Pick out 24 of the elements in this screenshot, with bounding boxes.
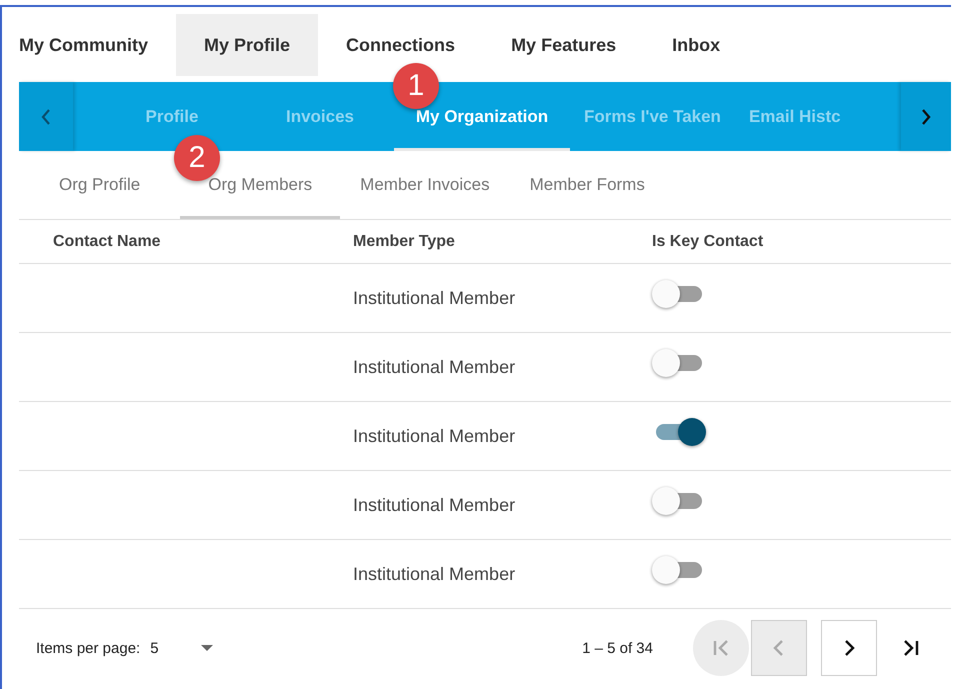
- column-header: Member Type: [352, 232, 456, 252]
- last-page-icon: [901, 638, 921, 658]
- dropdown-arrow-icon: [200, 645, 213, 651]
- sub-tab[interactable]: Member Invoices: [340, 151, 510, 219]
- chevron-right-icon: [920, 108, 932, 126]
- callout-badge: 1: [393, 63, 439, 109]
- table-cell-text: Institutional Member: [352, 562, 516, 586]
- first-page-icon: [711, 638, 731, 658]
- chevron-left-icon: [40, 108, 52, 126]
- nav-tab[interactable]: My Features: [483, 14, 644, 76]
- page-range: 1 – 5 of 34: [582, 640, 653, 656]
- column-header: Is Key Contact: [651, 232, 764, 252]
- page-size-select[interactable]: 5: [150, 640, 213, 656]
- table-cell-text: Institutional Member: [352, 494, 516, 516]
- nav-tab[interactable]: My Community: [19, 14, 176, 76]
- table-cell-text: Institutional Member: [352, 356, 516, 378]
- sub-tab[interactable]: Member Forms: [510, 151, 665, 219]
- items-per-page-label: Items per page:: [36, 640, 140, 656]
- next-page-button[interactable]: [821, 620, 877, 676]
- column-header: Contact Name: [52, 232, 162, 252]
- nav-tab[interactable]: Inbox: [644, 14, 748, 76]
- table-cell-text: Institutional Member: [352, 286, 516, 310]
- table-cell-text: Institutional Member: [352, 424, 516, 448]
- nav-tab[interactable]: My Profile: [176, 14, 318, 76]
